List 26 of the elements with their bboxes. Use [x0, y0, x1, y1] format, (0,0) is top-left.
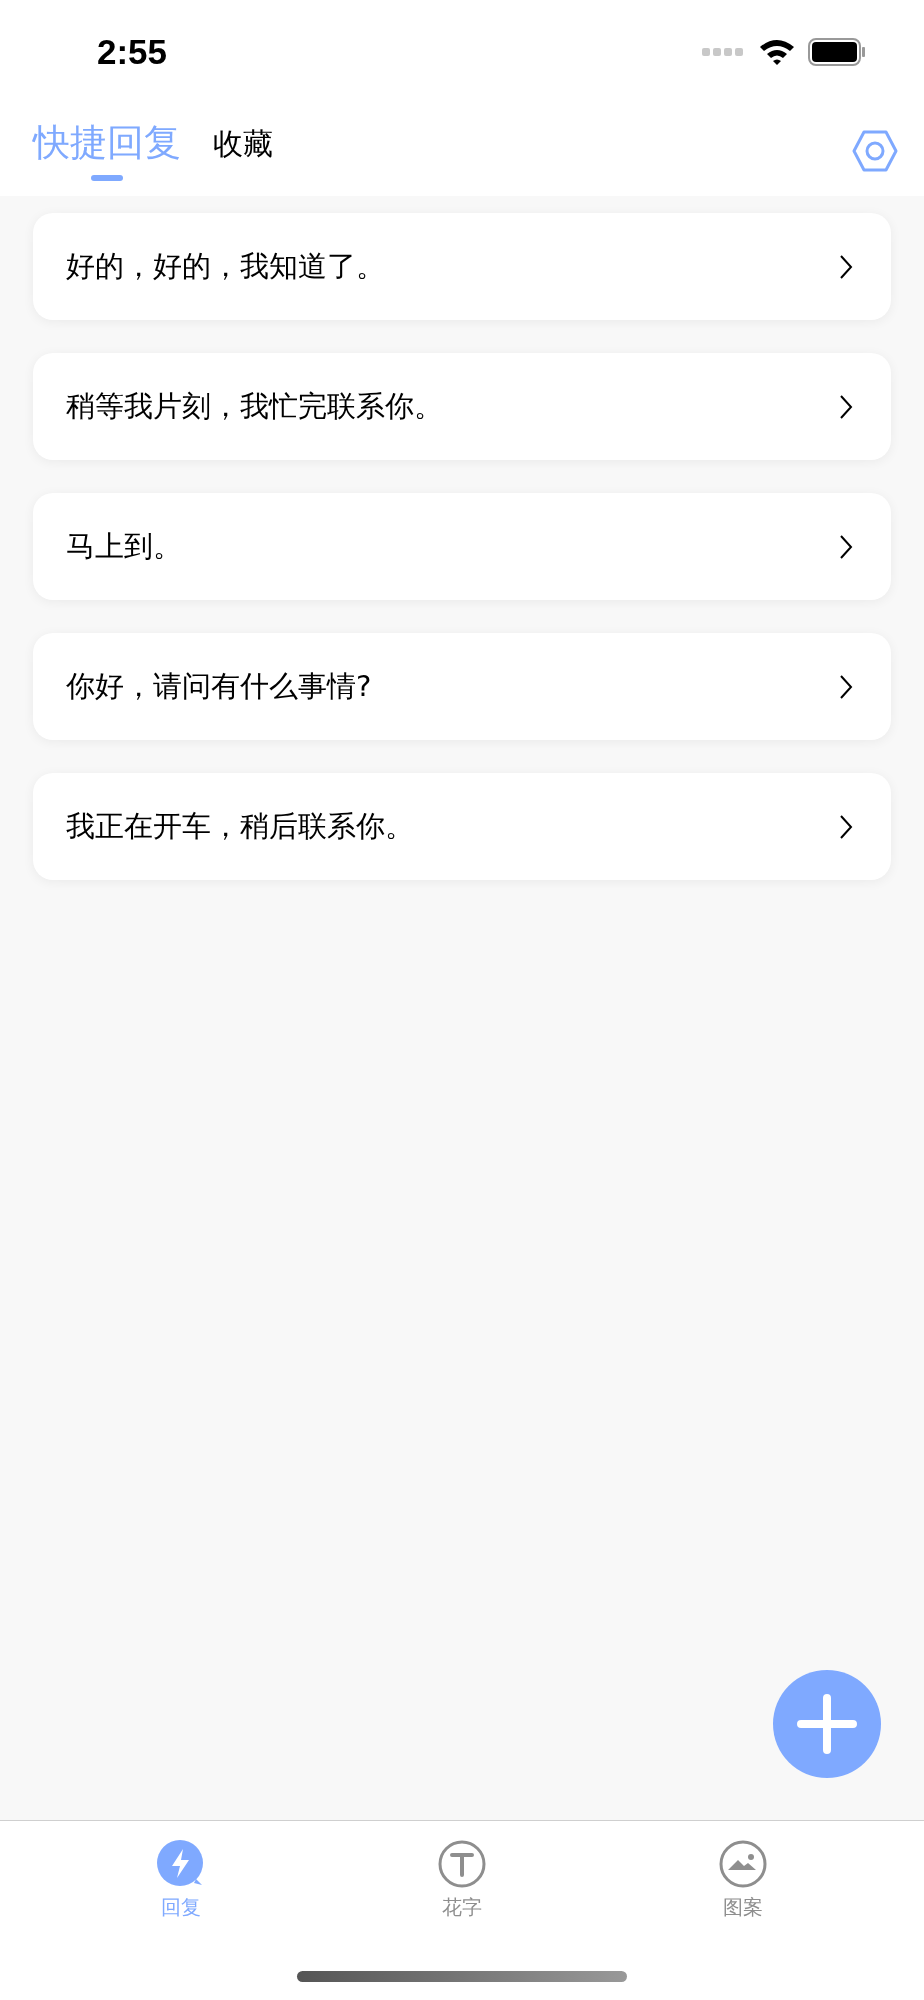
header-tab[interactable]: 收藏: [213, 129, 273, 163]
plus-icon: [797, 1694, 857, 1754]
reply-card[interactable]: 好的，好的，我知道了。: [33, 213, 891, 320]
chevron-right-icon: [839, 673, 853, 700]
chevron-right-icon: [839, 253, 853, 280]
image-circle-icon: [718, 1839, 769, 1889]
reply-text: 好的，好的，我知道了。: [66, 247, 385, 285]
reply-card[interactable]: 稍等我片刻，我忙完联系你。: [33, 353, 891, 460]
reply-text: 我正在开车，稍后联系你。: [66, 807, 414, 845]
lightning-bubble-icon: [155, 1839, 206, 1889]
status-time: 2:55: [97, 30, 168, 73]
letter-t-circle-icon: [437, 1839, 487, 1889]
reply-text: 马上到。: [66, 527, 182, 565]
reply-text: 你好，请问有什么事情?: [66, 667, 372, 705]
reply-card[interactable]: 马上到。: [33, 493, 891, 600]
wifi-icon: [758, 38, 796, 66]
chevron-right-icon: [839, 813, 853, 840]
tab-indicator: [91, 175, 123, 181]
chevron-right-icon: [839, 533, 853, 560]
reply-text: 稍等我片刻，我忙完联系你。: [66, 387, 443, 425]
reply-card[interactable]: 我正在开车，稍后联系你。: [33, 773, 891, 880]
signal-icon: [702, 47, 746, 57]
settings-icon[interactable]: [852, 128, 898, 174]
chevron-right-icon: [839, 393, 853, 420]
reply-card[interactable]: 你好，请问有什么事情?: [33, 633, 891, 740]
battery-icon: [808, 38, 866, 66]
